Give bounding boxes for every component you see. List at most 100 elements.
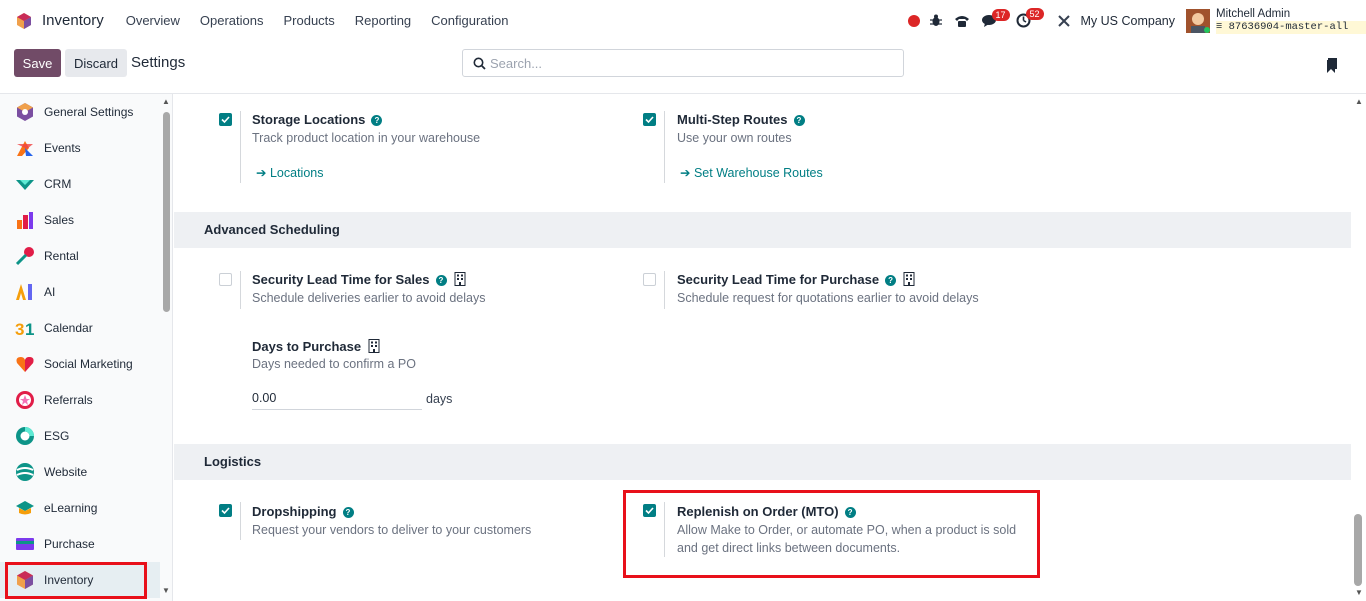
highlight-inventory-sidebar <box>5 562 147 599</box>
control-panel: Save Discard Settings <box>0 41 1366 94</box>
sidebar-item-calendar[interactable]: 31 Calendar <box>0 310 160 346</box>
db-name-text: 87636904-master-all <box>1228 20 1349 33</box>
svg-text:1: 1 <box>25 320 34 338</box>
help-icon[interactable]: ? <box>342 507 354 518</box>
divider <box>240 111 241 183</box>
sidebar-scroll-up-icon[interactable]: ▲ <box>162 97 170 106</box>
menu-overview[interactable]: Overview <box>126 13 180 28</box>
dropshipping-checkbox[interactable] <box>219 504 232 517</box>
bookmark-icon[interactable] <box>1326 58 1338 73</box>
messages-icon[interactable]: 17 <box>981 8 1010 28</box>
sidebar-item-label: Calendar <box>44 321 93 335</box>
storage-locations-checkbox[interactable] <box>219 113 232 126</box>
set-warehouse-routes-link[interactable]: ➔ Set Warehouse Routes <box>680 165 823 180</box>
multi-step-routes-title: Multi-Step Routes? <box>677 112 805 127</box>
menu-operations[interactable]: Operations <box>200 13 264 28</box>
discard-button[interactable]: Discard <box>65 49 127 77</box>
days-to-purchase-label: Days to Purchase <box>252 339 362 354</box>
tools-icon[interactable] <box>1057 14 1071 28</box>
sidebar-item-website[interactable]: Website <box>0 454 160 490</box>
sidebar-item-social-marketing[interactable]: Social Marketing <box>0 346 160 382</box>
sidebar-item-elearning[interactable]: eLearning <box>0 490 160 526</box>
activities-icon[interactable]: 52 <box>1016 8 1044 28</box>
calendar-icon: 31 <box>15 320 34 338</box>
sidebar-item-events[interactable]: Events <box>0 130 160 166</box>
avatar[interactable] <box>1186 8 1210 33</box>
menu-products[interactable]: Products <box>283 13 334 28</box>
security-lead-time-purchase-title: Security Lead Time for Purchase? <box>677 272 915 287</box>
sidebar-item-label: AI <box>44 285 56 299</box>
sidebar-item-ai[interactable]: AI <box>0 274 160 310</box>
sidebar-item-label: General Settings <box>44 105 134 119</box>
multi-step-routes-label: Multi-Step Routes <box>677 112 788 127</box>
search-icon <box>473 57 486 70</box>
sidebar-item-label: Website <box>44 465 88 479</box>
sidebar-scrollbar[interactable] <box>163 112 170 312</box>
social-marketing-icon <box>16 357 34 372</box>
days-to-purchase-input[interactable]: 0.00 <box>252 391 422 410</box>
locations-link-label: Locations <box>269 166 324 180</box>
esg-icon <box>16 427 34 445</box>
inventory-app-icon <box>17 12 31 29</box>
help-icon[interactable]: ? <box>371 115 383 126</box>
sidebar-item-rental[interactable]: Rental <box>0 238 160 274</box>
main-menu: Overview Operations Products Reporting C… <box>126 13 529 28</box>
sidebar-item-label: Sales <box>44 213 75 227</box>
activities-badge: 52 <box>1025 8 1044 20</box>
purchase-icon <box>16 538 34 550</box>
recording-dot-icon[interactable] <box>907 14 920 27</box>
sidebar-item-referrals[interactable]: Referrals <box>0 382 160 418</box>
multi-step-routes-desc: Use your own routes <box>677 131 792 145</box>
app-brand[interactable]: Inventory <box>15 12 104 30</box>
sidebar-item-sales[interactable]: Sales <box>0 202 160 238</box>
sidebar-item-crm[interactable]: CRM <box>0 166 160 202</box>
menu-reporting[interactable]: Reporting <box>355 13 411 28</box>
sidebar-item-label: Rental <box>44 249 79 263</box>
sidebar-scroll-down-icon[interactable]: ▼ <box>162 586 170 595</box>
content-scrollbar[interactable] <box>1354 514 1362 586</box>
sidebar-item-label: ESG <box>44 429 70 443</box>
security-lead-time-sales-label: Security Lead Time for Sales <box>252 272 430 287</box>
sidebar-item-general-settings[interactable]: General Settings <box>0 94 160 130</box>
multi-step-routes-checkbox[interactable] <box>643 113 656 126</box>
security-lead-time-purchase-label: Security Lead Time for Purchase <box>677 272 880 287</box>
top-navbar: Inventory Overview Operations Products R… <box>0 0 1366 41</box>
locations-link[interactable]: ➔ Locations <box>256 165 323 180</box>
help-icon[interactable]: ? <box>793 115 805 126</box>
sidebar-item-label: Referrals <box>44 393 93 407</box>
events-icon <box>17 141 33 156</box>
sidebar-item-label: Events <box>44 141 81 155</box>
sidebar-item-esg[interactable]: ESG <box>0 418 160 454</box>
dropshipping-title: Dropshipping? <box>252 504 354 519</box>
days-to-purchase-desc: Days needed to confirm a PO <box>252 357 416 371</box>
sidebar-item-purchase[interactable]: Purchase <box>0 526 160 562</box>
user-menu[interactable]: Mitchell Admin ≡ 87636904-master-all <box>1216 8 1366 34</box>
content-scroll-down-icon[interactable]: ▼ <box>1355 588 1363 597</box>
sidebar-item-label: Social Marketing <box>44 357 133 371</box>
menu-configuration[interactable]: Configuration <box>431 13 508 28</box>
website-icon <box>16 463 34 481</box>
arrow-right-icon: ➔ <box>680 166 691 180</box>
divider <box>240 271 241 309</box>
phone-icon[interactable] <box>954 14 970 28</box>
settings-sidebar: General Settings Events CRM Sales Rental… <box>0 94 173 601</box>
storage-locations-title: Storage Locations? <box>252 112 383 127</box>
bug-icon[interactable] <box>929 14 942 27</box>
user-name: Mitchell Admin <box>1216 7 1291 20</box>
security-lead-time-purchase-checkbox[interactable] <box>643 273 656 286</box>
sidebar-item-label: eLearning <box>44 501 98 515</box>
save-button[interactable]: Save <box>14 49 61 77</box>
help-icon[interactable]: ? <box>885 275 897 286</box>
company-switcher[interactable]: My US Company <box>1081 14 1175 28</box>
security-lead-time-sales-desc: Schedule deliveries earlier to avoid del… <box>252 291 486 305</box>
days-unit: days <box>426 392 453 406</box>
security-lead-time-sales-checkbox[interactable] <box>219 273 232 286</box>
search-input[interactable] <box>490 54 890 72</box>
company-building-icon <box>454 272 465 286</box>
security-lead-time-purchase-desc: Schedule request for quotations earlier … <box>677 291 979 305</box>
storage-locations-label: Storage Locations <box>252 112 366 127</box>
content-scroll-up-icon[interactable]: ▲ <box>1355 97 1363 106</box>
sidebar-item-label: CRM <box>44 177 72 191</box>
dropshipping-desc: Request your vendors to deliver to your … <box>252 523 532 537</box>
help-icon[interactable]: ? <box>435 275 447 286</box>
